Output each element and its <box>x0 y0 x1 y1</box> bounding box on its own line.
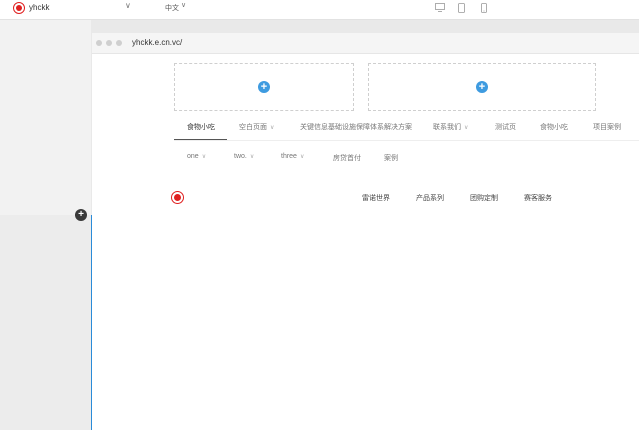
menu-item-products[interactable]: 产品系列 <box>416 193 444 203</box>
nav-item-food-snacks-2[interactable]: 食物小吃 <box>540 122 568 132</box>
site-dropdown-chevron-icon[interactable]: ∨ <box>125 1 131 10</box>
menu-item-service[interactable]: 赛客服务 <box>524 193 552 203</box>
menu-item-group-custom[interactable]: 团购定制 <box>470 193 498 203</box>
chevron-down-icon: ∨ <box>201 154 207 160</box>
top-toolbar: yhckk ∨ 中文 ∨ <box>0 0 639 20</box>
nav-item-infrastructure[interactable]: 关键信息基础设施保障体系解决方案 <box>300 122 412 132</box>
nav-item-label: 食物小吃 <box>540 124 568 131</box>
nav-active-indicator <box>174 139 227 140</box>
subnav-item-label: three <box>281 153 297 160</box>
subnav-item-cases[interactable]: 案例 <box>384 153 398 163</box>
nav-item-test-page[interactable]: 测试页 <box>495 122 516 132</box>
site-logo-icon <box>13 2 25 14</box>
browser-chrome: yhckk.e.cn.vc/ <box>92 33 639 54</box>
window-dot-icon <box>106 40 112 46</box>
left-workspace-upper <box>0 20 91 215</box>
image-placeholder[interactable]: + <box>174 63 354 111</box>
window-dot-icon <box>96 40 102 46</box>
site-name[interactable]: yhckk <box>29 3 49 12</box>
nav-divider <box>174 140 639 141</box>
address-bar[interactable]: yhckk.e.cn.vc/ <box>132 38 182 47</box>
language-chevron-icon[interactable]: ∨ <box>181 1 186 9</box>
nav-item-contact[interactable]: 联系我们 ∨ <box>433 122 468 132</box>
add-image-icon[interactable]: + <box>476 81 488 93</box>
subnav-item-label: 案例 <box>384 155 398 162</box>
chevron-down-icon: ∨ <box>299 154 305 160</box>
chevron-down-icon: ∨ <box>464 125 469 131</box>
nav-item-blank-page[interactable]: 空白页面 ∨ <box>239 122 274 132</box>
menu-item-world[interactable]: 雷诺世界 <box>362 193 390 203</box>
desktop-view-icon[interactable] <box>435 3 445 12</box>
subnav-item-label: one <box>187 153 199 160</box>
add-section-icon[interactable]: + <box>75 209 87 221</box>
nav-item-label: 关键信息基础设施保障体系解决方案 <box>300 124 412 131</box>
chevron-down-icon: ∨ <box>270 125 275 131</box>
nav-item-label: 空白页面 <box>239 124 267 131</box>
nav-item-projects[interactable]: 项目案例 <box>593 122 621 132</box>
nav-item-label: 测试页 <box>495 124 516 131</box>
subnav-item-one[interactable]: one ∨ <box>187 153 206 160</box>
subnav-item-two[interactable]: two. ∨ <box>234 153 254 160</box>
image-placeholder[interactable]: + <box>368 63 596 111</box>
mobile-view-icon[interactable] <box>481 3 487 13</box>
window-dot-icon <box>116 40 122 46</box>
language-selector[interactable]: 中文 <box>165 3 179 13</box>
nav-item-label: 项目案例 <box>593 124 621 131</box>
nav-item-label: 食物小吃 <box>187 124 215 131</box>
subnav-item-three[interactable]: three ∨ <box>281 153 304 160</box>
nav-item-food-snacks[interactable]: 食物小吃 <box>187 122 215 132</box>
add-image-icon[interactable]: + <box>258 81 270 93</box>
chevron-down-icon: ∨ <box>249 154 255 160</box>
tablet-view-icon[interactable] <box>458 3 465 13</box>
subnav-item-label: 房贷首付 <box>333 155 361 162</box>
subnav-item-label: two. <box>234 153 247 160</box>
brand-logo-icon[interactable] <box>171 191 184 204</box>
subnav-item-down-payment[interactable]: 房贷首付 <box>333 153 361 163</box>
browser-preview: yhckk.e.cn.vc/ + + 食物小吃 空白页面 ∨ 关键信息基础设施保障… <box>92 33 639 430</box>
nav-item-label: 联系我们 <box>433 124 461 131</box>
